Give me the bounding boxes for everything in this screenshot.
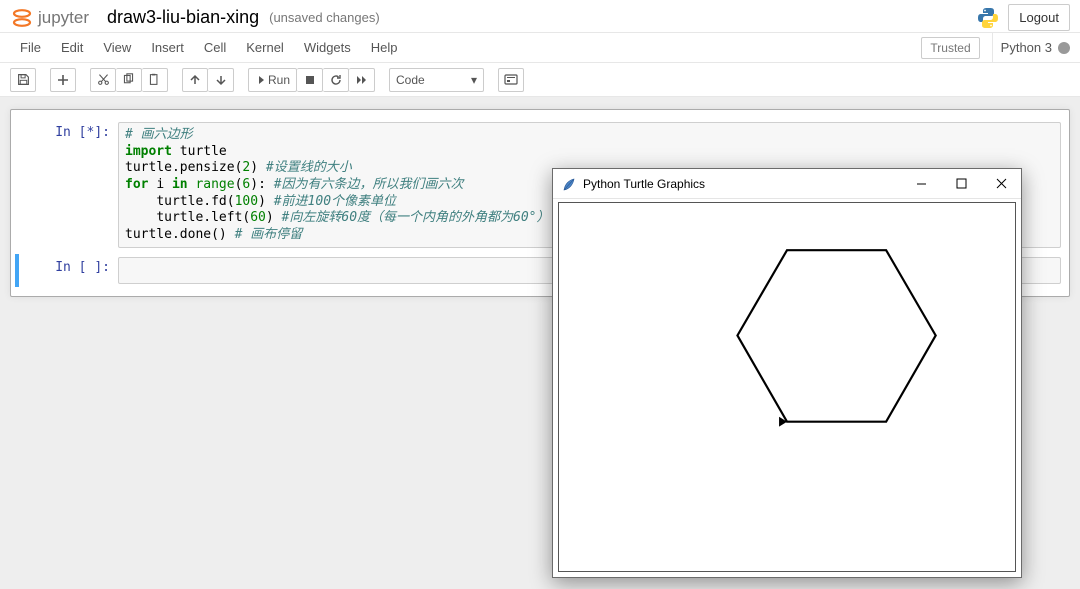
run-button[interactable]: Run <box>248 68 297 92</box>
logout-button[interactable]: Logout <box>1008 4 1070 31</box>
cell-type-select[interactable]: Code▾ <box>389 68 484 92</box>
command-palette-button[interactable] <box>498 68 524 92</box>
copy-button[interactable] <box>116 68 142 92</box>
notebook-title[interactable]: draw3-liu-bian-xing <box>107 7 259 28</box>
cut-button[interactable] <box>90 68 116 92</box>
menu-cell[interactable]: Cell <box>194 34 236 61</box>
menu-help[interactable]: Help <box>361 34 408 61</box>
restart-button[interactable] <box>323 68 349 92</box>
turtle-window-title: Python Turtle Graphics <box>583 177 901 191</box>
close-button[interactable] <box>981 169 1021 199</box>
trusted-indicator[interactable]: Trusted <box>921 37 979 59</box>
restart-run-all-button[interactable] <box>349 68 375 92</box>
jupyter-logo[interactable]: jupyter <box>10 6 89 30</box>
minimize-button[interactable] <box>901 169 941 199</box>
notebook-save-status: (unsaved changes) <box>269 10 380 25</box>
feather-icon <box>561 176 577 192</box>
menu-kernel[interactable]: Kernel <box>236 34 294 61</box>
move-down-button[interactable] <box>208 68 234 92</box>
chevron-down-icon: ▾ <box>471 73 477 87</box>
save-button[interactable] <box>10 68 36 92</box>
paste-button[interactable] <box>142 68 168 92</box>
kernel-name[interactable]: Python 3 <box>992 33 1070 62</box>
menu-insert[interactable]: Insert <box>141 34 194 61</box>
toolbar: Run Code▾ <box>0 63 1080 97</box>
input-prompt: In [*]: <box>23 122 118 248</box>
header-bar: jupyter draw3-liu-bian-xing (unsaved cha… <box>0 0 1080 33</box>
menu-widgets[interactable]: Widgets <box>294 34 361 61</box>
menu-bar: FileEditViewInsertCellKernelWidgetsHelp … <box>0 33 1080 63</box>
insert-cell-button[interactable] <box>50 68 76 92</box>
menu-edit[interactable]: Edit <box>51 34 93 61</box>
python-icon <box>976 6 1000 30</box>
move-up-button[interactable] <box>182 68 208 92</box>
jupyter-icon <box>10 6 34 30</box>
maximize-button[interactable] <box>941 169 981 199</box>
turtle-canvas <box>558 202 1016 572</box>
menu-view[interactable]: View <box>93 34 141 61</box>
turtle-titlebar[interactable]: Python Turtle Graphics <box>553 169 1021 199</box>
jupyter-logo-text: jupyter <box>38 8 89 28</box>
turtle-window[interactable]: Python Turtle Graphics <box>552 168 1022 578</box>
input-prompt: In [ ]: <box>23 257 118 284</box>
interrupt-button[interactable] <box>297 68 323 92</box>
menu-file[interactable]: File <box>10 34 51 61</box>
kernel-indicator-icon <box>1058 42 1070 54</box>
